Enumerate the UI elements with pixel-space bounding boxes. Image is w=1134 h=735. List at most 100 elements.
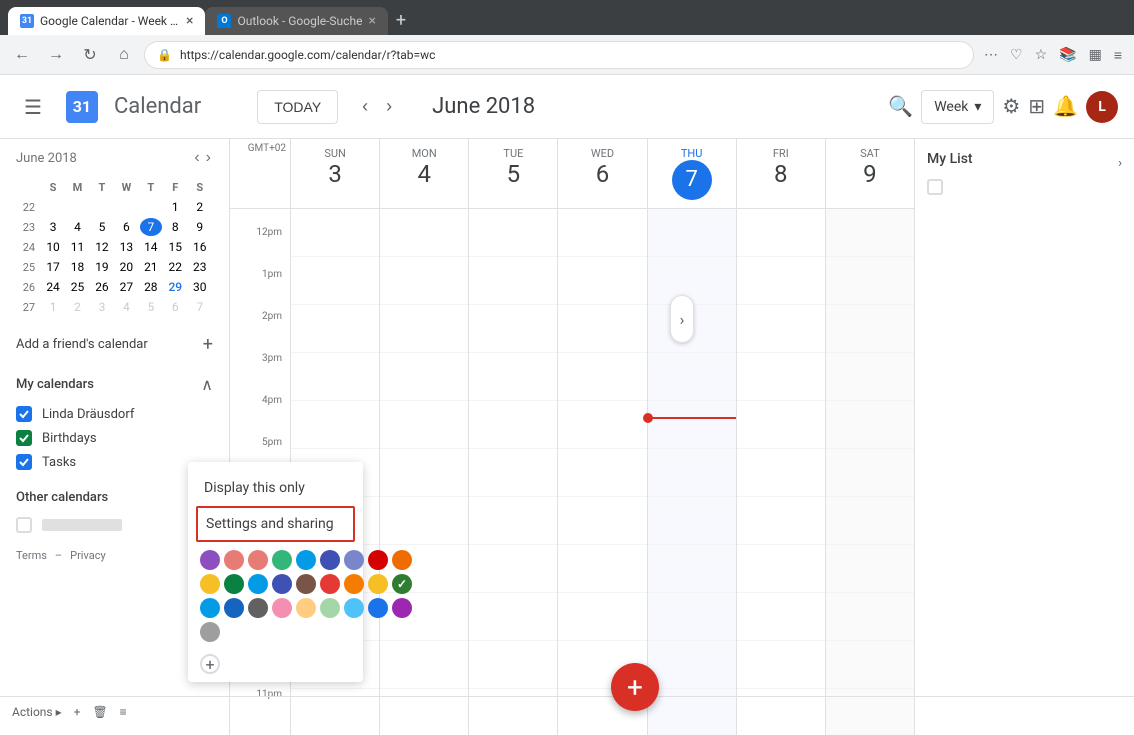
mini-day-28[interactable]: 28: [140, 278, 162, 296]
scroll-right-button[interactable]: ›: [670, 295, 694, 343]
settings-button[interactable]: ⚙: [1002, 94, 1020, 119]
mini-day-21[interactable]: 21: [140, 258, 162, 276]
tasks-checkbox[interactable]: [16, 454, 32, 470]
mini-day-3[interactable]: 3: [42, 218, 64, 236]
mini-day-1[interactable]: 1: [164, 198, 187, 216]
color-tangerine-2[interactable]: [392, 550, 412, 570]
add-custom-color-button[interactable]: +: [200, 654, 220, 674]
avatar[interactable]: L: [1086, 91, 1118, 123]
mini-day-16[interactable]: 16: [189, 238, 211, 256]
mini-prev-button[interactable]: ‹: [192, 147, 201, 169]
color-tangerine[interactable]: [248, 550, 268, 570]
actions-label[interactable]: Actions ▸: [12, 705, 62, 719]
color-sky[interactable]: [344, 598, 364, 618]
day-col-thu[interactable]: [647, 209, 736, 735]
mini-day-4[interactable]: 4: [66, 218, 88, 236]
mini-day-10[interactable]: 10: [42, 238, 64, 256]
mini-day-2-next[interactable]: 2: [66, 298, 88, 316]
day-col-sat[interactable]: [825, 209, 914, 735]
day-col-fri[interactable]: [736, 209, 825, 735]
color-lavender[interactable]: [344, 550, 364, 570]
color-peacock-3[interactable]: [200, 598, 220, 618]
inactive-tab[interactable]: O Outlook - Google-Suche ×: [205, 7, 387, 35]
color-blueberry-2[interactable]: [272, 574, 292, 594]
hamburger-button[interactable]: ☰: [16, 87, 50, 127]
mini-day[interactable]: [115, 198, 137, 216]
mini-day-19[interactable]: 19: [91, 258, 113, 276]
day-col-mon[interactable]: [379, 209, 468, 735]
active-tab-close[interactable]: ×: [186, 13, 193, 29]
mini-day-7-next[interactable]: 7: [189, 298, 211, 316]
day-col-wed[interactable]: [557, 209, 646, 735]
color-tangerine-3[interactable]: [344, 574, 364, 594]
mini-day-23[interactable]: 23: [189, 258, 211, 276]
list-view-icon[interactable]: ≡: [120, 705, 127, 719]
mini-day-22[interactable]: 22: [164, 258, 187, 276]
more-button[interactable]: ⋯: [980, 42, 1002, 67]
mini-day-12[interactable]: 12: [91, 238, 113, 256]
mini-day[interactable]: [42, 198, 64, 216]
mini-day-25[interactable]: 25: [66, 278, 88, 296]
mini-day-4-next[interactable]: 4: [115, 298, 137, 316]
apps-button[interactable]: ⊞: [1028, 94, 1045, 119]
mini-day-29[interactable]: 29: [164, 278, 187, 296]
color-peacock-2[interactable]: [248, 574, 268, 594]
mini-day-26[interactable]: 26: [91, 278, 113, 296]
color-graphite-3[interactable]: [248, 598, 268, 618]
color-banana[interactable]: [200, 574, 220, 594]
mini-day-18[interactable]: 18: [66, 258, 88, 276]
birthdays-checkbox[interactable]: [16, 430, 32, 446]
next-week-button[interactable]: ›: [378, 92, 400, 121]
add-friend-calendar[interactable]: Add a friend's calendar +: [0, 326, 229, 363]
new-tab-button[interactable]: +: [388, 6, 414, 35]
calendar-item-birthdays[interactable]: Birthdays: [0, 426, 229, 450]
search-button[interactable]: 🔍: [888, 94, 913, 119]
terms-link[interactable]: Terms: [16, 549, 47, 562]
today-button[interactable]: TODAY: [257, 90, 338, 124]
color-peach[interactable]: [296, 598, 316, 618]
view-selector[interactable]: Week ▾: [921, 90, 994, 124]
other-calendar-checkbox[interactable]: [16, 517, 32, 533]
list-checkbox[interactable]: [927, 179, 943, 195]
mini-day-9[interactable]: 9: [189, 218, 211, 236]
forward-button[interactable]: →: [42, 41, 70, 69]
color-sage-selected[interactable]: [392, 574, 412, 594]
mini-day-24[interactable]: 24: [42, 278, 64, 296]
my-calendars-header[interactable]: My calendars ∧: [0, 367, 229, 402]
create-event-fab[interactable]: +: [611, 663, 659, 711]
notifications-button[interactable]: 🔔: [1053, 94, 1078, 119]
color-banana-3[interactable]: [368, 574, 388, 594]
color-sage[interactable]: [272, 550, 292, 570]
color-cobalt[interactable]: [368, 598, 388, 618]
address-bar[interactable]: 🔒 https://calendar.google.com/calendar/r…: [144, 41, 974, 69]
mini-day-15[interactable]: 15: [164, 238, 187, 256]
mini-day-3-next[interactable]: 3: [91, 298, 113, 316]
mini-day-30[interactable]: 30: [189, 278, 211, 296]
add-task-icon[interactable]: +: [74, 705, 81, 719]
color-blueberry-3[interactable]: [224, 598, 244, 618]
mini-day-1-next[interactable]: 1: [42, 298, 64, 316]
color-tomato[interactable]: [200, 550, 220, 570]
color-peacock[interactable]: [296, 550, 316, 570]
mini-day-20[interactable]: 20: [115, 258, 137, 276]
mini-day-6[interactable]: 6: [115, 218, 137, 236]
color-tomato-2[interactable]: [368, 550, 388, 570]
inactive-tab-close[interactable]: ×: [368, 13, 375, 29]
mini-day-7-today[interactable]: 7: [140, 218, 162, 236]
back-button[interactable]: ←: [8, 41, 36, 69]
active-tab[interactable]: 31 Google Calendar - Week of 3 Ju... ×: [8, 7, 205, 35]
color-flamingo[interactable]: [224, 550, 244, 570]
bookmark-button[interactable]: ☆: [1031, 42, 1052, 67]
linda-checkbox[interactable]: [16, 406, 32, 422]
library-button[interactable]: 📚: [1055, 42, 1080, 67]
color-tomato-3[interactable]: [320, 574, 340, 594]
mini-day-8[interactable]: 8: [164, 218, 187, 236]
mini-day-17[interactable]: 17: [42, 258, 64, 276]
prev-week-button[interactable]: ‹: [354, 92, 376, 121]
mini-day-11[interactable]: 11: [66, 238, 88, 256]
color-mint[interactable]: [320, 598, 340, 618]
mini-day-2[interactable]: 2: [189, 198, 211, 216]
mini-day-14[interactable]: 14: [140, 238, 162, 256]
color-graphite[interactable]: [296, 574, 316, 594]
mini-day[interactable]: [66, 198, 88, 216]
